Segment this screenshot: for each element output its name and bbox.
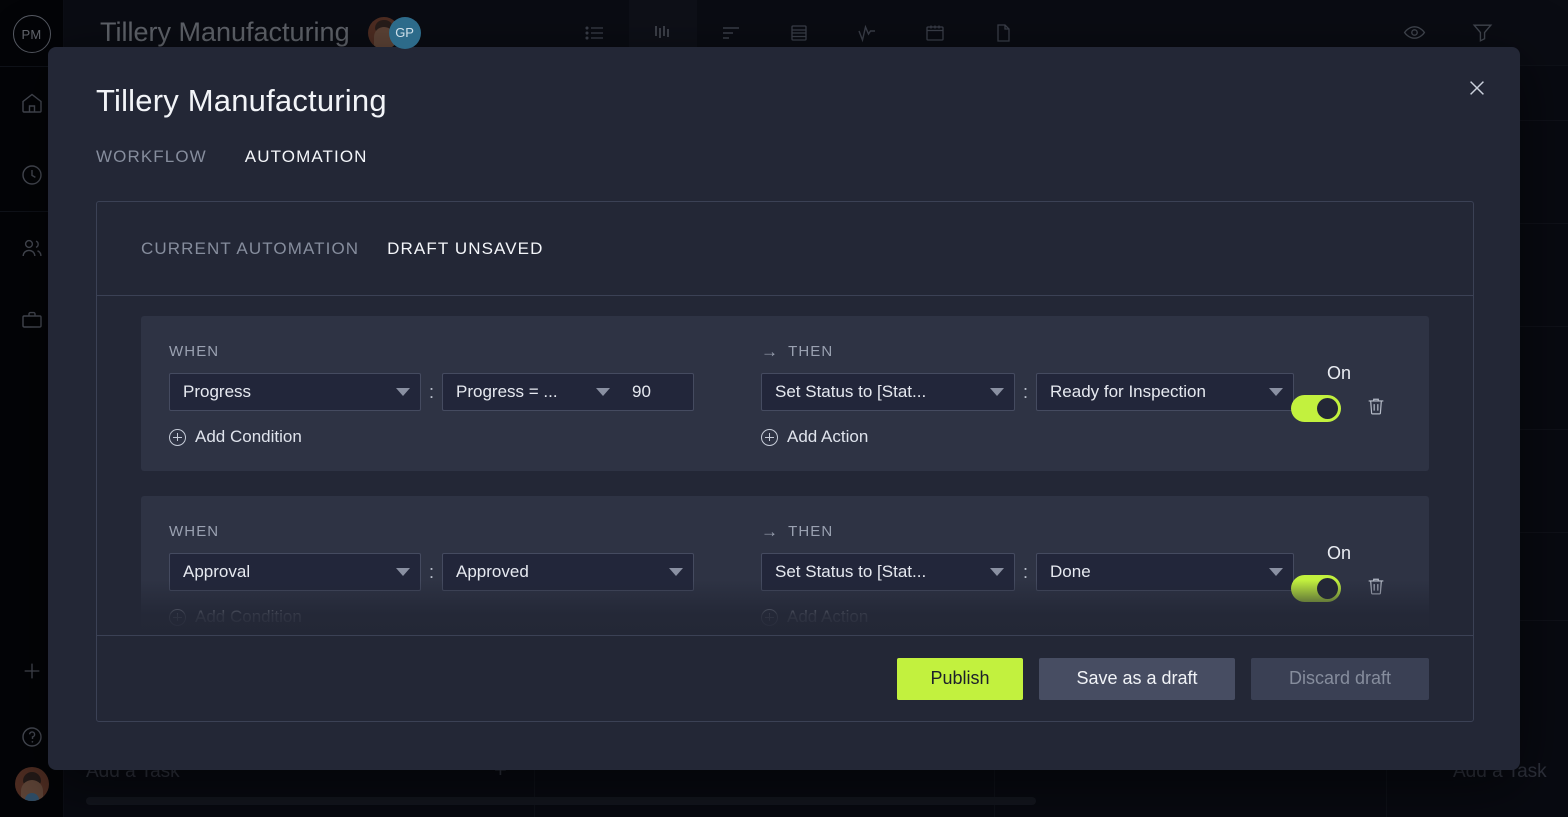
then-label: → THEN [761, 523, 1401, 540]
when-condition-group: Approved [442, 553, 694, 591]
rule-enable-toggle[interactable] [1291, 395, 1341, 422]
then-action-select[interactable]: Set Status to [Stat... [761, 373, 1015, 411]
when-label: WHEN [169, 523, 731, 540]
rules-list: WHEN Progress : Progress = ... 9 [97, 296, 1473, 636]
then-value-select[interactable]: Ready for Inspection [1036, 373, 1294, 411]
arrow-right-icon: → [761, 523, 779, 540]
add-condition-button[interactable]: Add Condition [169, 607, 731, 627]
separator-colon: : [1015, 562, 1036, 583]
rule-enable-toggle[interactable] [1291, 575, 1341, 602]
automation-panel: CURRENT AUTOMATION DRAFT UNSAVED WHEN Pr… [96, 201, 1474, 722]
tab-current-automation[interactable]: CURRENT AUTOMATION [141, 239, 359, 259]
rule-toggle-block: On [1279, 363, 1399, 423]
tab-automation[interactable]: AUTOMATION [245, 147, 368, 171]
tab-draft-unsaved[interactable]: DRAFT UNSAVED [387, 239, 543, 259]
modal-title: Tillery Manufacturing [96, 83, 387, 119]
separator-colon: : [1015, 382, 1036, 403]
plus-circle-icon [169, 429, 186, 446]
chevron-down-icon [596, 388, 610, 396]
then-label-text: THEN [788, 343, 833, 360]
when-label: WHEN [169, 343, 731, 360]
save-draft-button[interactable]: Save as a draft [1039, 658, 1235, 700]
then-action-value: Set Status to [Stat... [775, 382, 938, 402]
toggle-status-label: On [1327, 363, 1351, 384]
rule-when-column: WHEN Approval : Approved [169, 523, 731, 636]
automation-rule: WHEN Approval : Approved [141, 496, 1429, 636]
publish-button[interactable]: Publish [897, 658, 1023, 700]
arrow-right-icon: → [761, 343, 779, 360]
then-value-text: Done [1050, 562, 1103, 582]
then-action-select[interactable]: Set Status to [Stat... [761, 553, 1015, 591]
then-label-text: THEN [788, 523, 833, 540]
chevron-down-icon [669, 568, 683, 576]
chevron-down-icon [396, 568, 410, 576]
automation-modal: Tillery Manufacturing WORKFLOW AUTOMATIO… [48, 47, 1520, 770]
add-condition-button[interactable]: Add Condition [169, 427, 731, 447]
when-field-select[interactable]: Approval [169, 553, 421, 591]
then-value-text: Ready for Inspection [1050, 382, 1218, 402]
rule-then-column: → THEN Set Status to [Stat... : Ready fo… [731, 343, 1401, 471]
when-controls: Approval : Approved [169, 553, 731, 591]
when-number-input[interactable]: 90 [620, 373, 694, 411]
plus-circle-icon [761, 429, 778, 446]
panel-footer: Publish Save as a draft Discard draft [97, 635, 1473, 721]
when-condition-group: Progress = ... 90 [442, 373, 694, 411]
tab-workflow[interactable]: WORKFLOW [96, 147, 207, 171]
rule-toggle-block: On [1279, 543, 1399, 603]
discard-draft-button[interactable]: Discard draft [1251, 658, 1429, 700]
then-action-value: Set Status to [Stat... [775, 562, 938, 582]
chevron-down-icon [990, 568, 1004, 576]
when-condition-select[interactable]: Progress = ... [442, 373, 620, 411]
toggle-knob [1317, 578, 1338, 599]
when-controls: Progress : Progress = ... 90 [169, 373, 731, 411]
chevron-down-icon [990, 388, 1004, 396]
when-field-value: Approval [183, 562, 262, 582]
separator-colon: : [421, 382, 442, 403]
rule-when-column: WHEN Progress : Progress = ... 9 [169, 343, 731, 471]
toggle-row [1291, 394, 1387, 423]
when-field-value: Progress [183, 382, 263, 402]
rule-then-column: → THEN Set Status to [Stat... : Done [731, 523, 1401, 636]
add-condition-label: Add Condition [195, 427, 302, 447]
chevron-down-icon [396, 388, 410, 396]
toggle-status-label: On [1327, 543, 1351, 564]
plus-circle-icon [761, 609, 778, 626]
add-action-button[interactable]: Add Action [761, 607, 1401, 627]
panel-tabs: CURRENT AUTOMATION DRAFT UNSAVED [97, 202, 1473, 296]
trash-icon[interactable] [1365, 394, 1387, 423]
when-condition-value: Approved [456, 562, 541, 582]
add-condition-label: Add Condition [195, 607, 302, 627]
then-value-select[interactable]: Done [1036, 553, 1294, 591]
when-field-select[interactable]: Progress [169, 373, 421, 411]
toggle-row [1291, 574, 1387, 603]
close-icon[interactable] [1460, 71, 1494, 105]
toggle-knob [1317, 398, 1338, 419]
add-action-label: Add Action [787, 607, 868, 627]
avatar-initials[interactable]: GP [389, 17, 421, 49]
then-label: → THEN [761, 343, 1401, 360]
add-action-label: Add Action [787, 427, 868, 447]
add-action-button[interactable]: Add Action [761, 427, 1401, 447]
when-condition-select[interactable]: Approved [442, 553, 694, 591]
when-condition-value: Progress = ... [456, 382, 570, 402]
separator-colon: : [421, 562, 442, 583]
plus-circle-icon [169, 609, 186, 626]
automation-rule: WHEN Progress : Progress = ... 9 [141, 316, 1429, 471]
modal-tabs: WORKFLOW AUTOMATION [96, 147, 368, 171]
trash-icon[interactable] [1365, 574, 1387, 603]
